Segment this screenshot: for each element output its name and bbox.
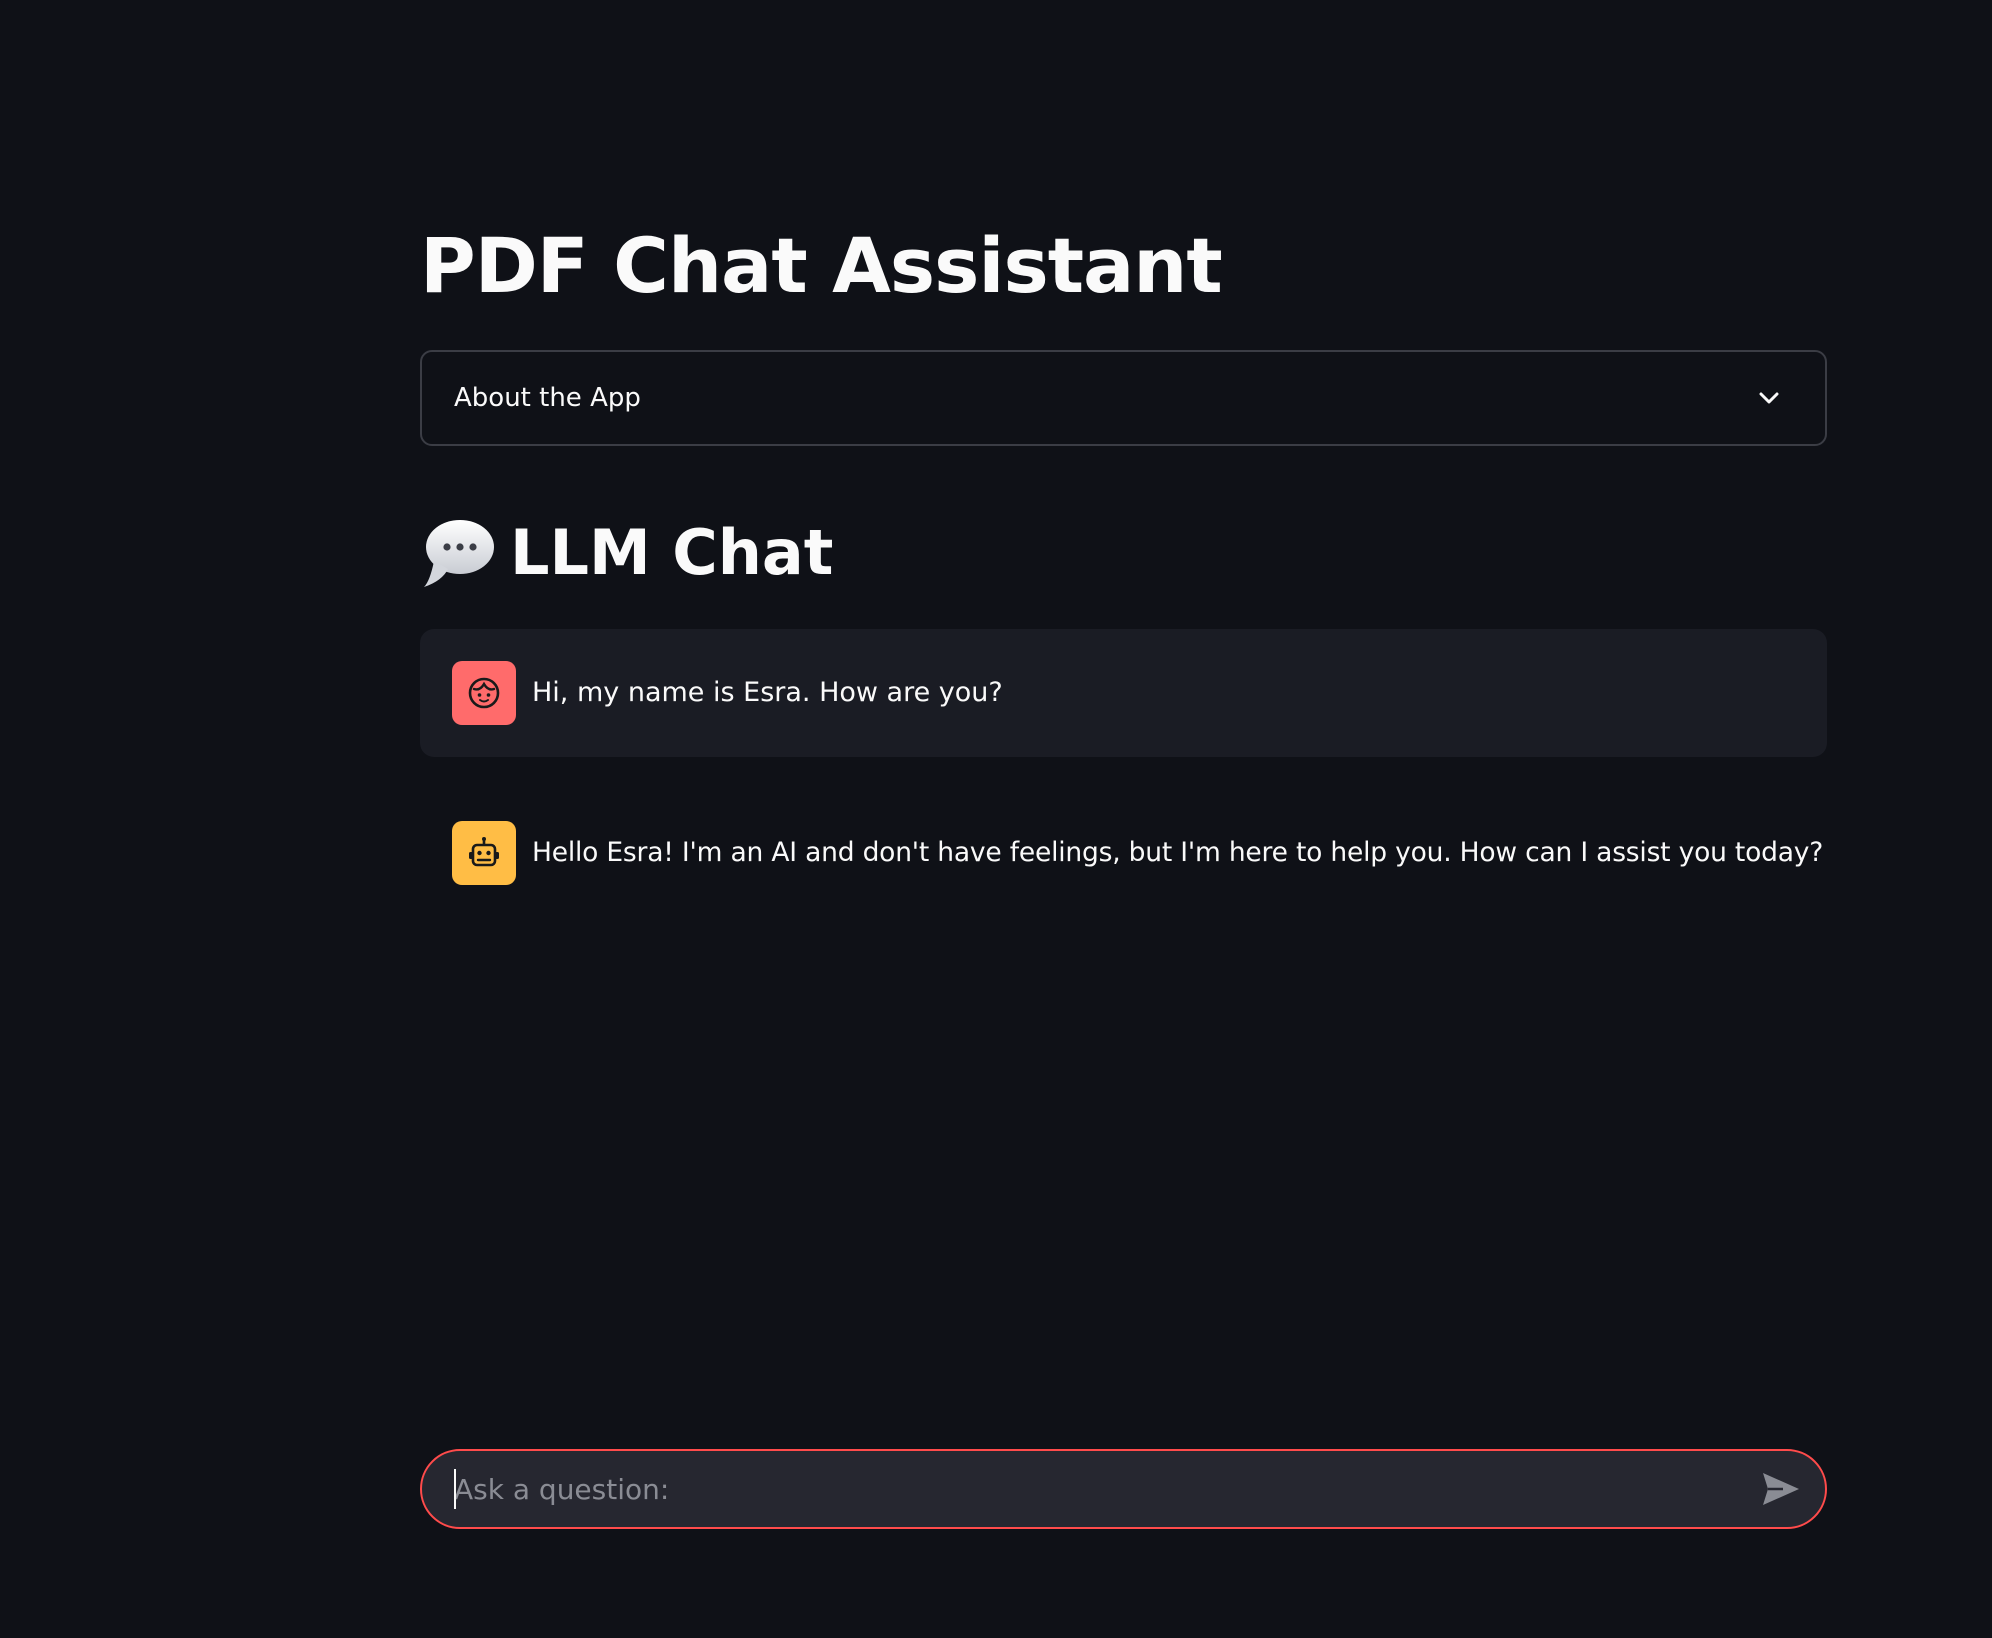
- about-expander[interactable]: About the App: [420, 350, 1827, 446]
- user-face-icon: [468, 677, 500, 709]
- chat-input[interactable]: [454, 1451, 1734, 1527]
- app-page: PDF Chat Assistant About the App LLM Cha…: [0, 0, 1992, 1638]
- avatar: [452, 661, 516, 725]
- chat-input-container: [420, 1449, 1827, 1529]
- expander-label: About the App: [454, 383, 641, 413]
- robot-icon: [469, 837, 499, 867]
- avatar: [452, 821, 516, 885]
- message-text: Hi, my name is Esra. How are you?: [532, 677, 1003, 708]
- speech-bubble-icon: [424, 520, 494, 587]
- chat-section-label: LLM Chat: [510, 516, 834, 589]
- send-icon: [1763, 1473, 1799, 1505]
- chat-message-assistant: Hello Esra! I'm an AI and don't have fee…: [420, 789, 1827, 917]
- chat-message-user: Hi, my name is Esra. How are you?: [420, 629, 1827, 757]
- page-title: PDF Chat Assistant: [420, 221, 1223, 310]
- chevron-down-icon: [1759, 392, 1779, 404]
- chat-section-title: LLM Chat: [420, 505, 833, 601]
- send-button[interactable]: [1757, 1465, 1805, 1513]
- text-caret: [454, 1469, 456, 1509]
- message-text: Hello Esra! I'm an AI and don't have fee…: [532, 837, 1824, 868]
